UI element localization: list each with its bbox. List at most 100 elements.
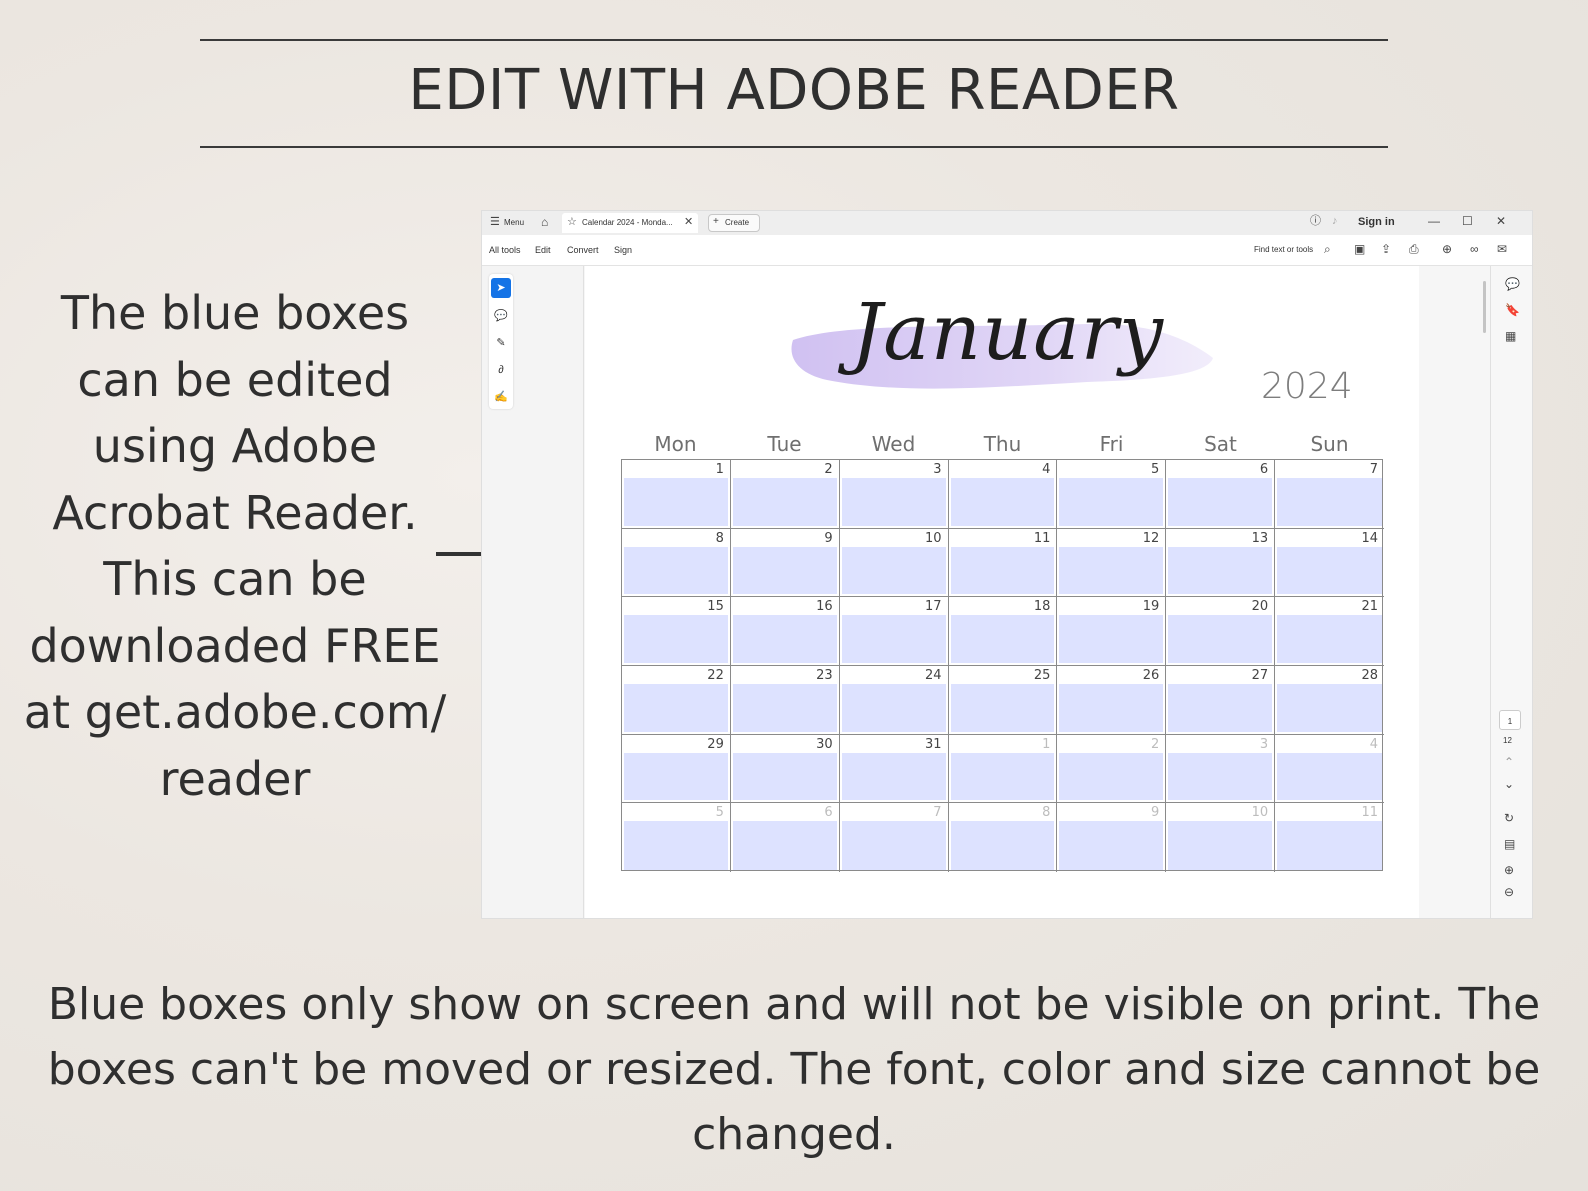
sign-button[interactable]: Sign [614,245,632,255]
editable-text-field[interactable] [1059,821,1164,870]
editable-text-field[interactable] [1168,752,1273,801]
hamburger-menu-icon[interactable]: ☰ [490,217,500,228]
editable-text-field[interactable] [1277,546,1382,595]
maximize-icon[interactable]: ☐ [1462,215,1473,227]
editable-text-field[interactable] [624,478,728,526]
bookmarks-icon[interactable]: 🔖 [1505,304,1520,316]
editable-text-field[interactable] [950,546,1055,595]
minimize-icon[interactable]: — [1428,215,1440,227]
upload-icon[interactable]: ⇪ [1381,243,1391,255]
sign-in-button[interactable]: Sign in [1358,216,1395,228]
editable-text-field[interactable] [624,546,728,595]
day-cell: 15 [622,597,731,666]
editable-text-field[interactable] [841,821,946,870]
editable-text-field[interactable] [1059,478,1164,526]
editable-text-field[interactable] [1059,615,1164,663]
editable-text-field[interactable] [1168,615,1273,663]
print-icon[interactable]: ⎙ [1409,243,1419,255]
select-tool-icon[interactable]: ➤ [491,278,511,298]
editable-text-field[interactable] [841,546,946,595]
weekday-label: Tue [767,432,802,456]
comment-tool-icon[interactable]: 💬 [491,306,511,326]
editable-text-field[interactable] [732,684,837,732]
editable-text-field[interactable] [1277,752,1382,801]
day-number: 23 [816,668,833,683]
link-icon[interactable]: ∞ [1470,243,1479,255]
day-cell: 20 [1166,597,1276,666]
close-window-icon[interactable]: ✕ [1496,215,1506,227]
editable-text-field[interactable] [732,546,837,595]
email-icon[interactable]: ✉ [1497,243,1507,255]
day-number: 10 [1251,805,1269,821]
search-icon[interactable]: ⌕ [1324,243,1331,255]
thumbnails-icon[interactable]: ▦ [1505,330,1516,342]
editable-text-field[interactable] [950,684,1055,732]
vertical-scrollbar[interactable] [1483,281,1486,333]
editable-text-field[interactable] [1168,546,1273,595]
editable-text-field[interactable] [841,752,946,801]
editable-text-field[interactable] [1277,821,1382,870]
convert-button[interactable]: Convert [567,245,599,255]
close-tab-icon[interactable]: ✕ [684,217,693,228]
star-icon[interactable]: ☆ [567,217,577,228]
editable-text-field[interactable] [841,478,946,526]
all-tools-button[interactable]: All tools [489,245,521,255]
editable-text-field[interactable] [1277,684,1382,732]
home-icon[interactable]: ⌂ [541,216,548,228]
editable-text-field[interactable] [950,615,1055,663]
share-icon[interactable]: ⊕ [1442,243,1452,255]
comments-panel-icon[interactable]: 💬 [1505,278,1520,290]
save-icon[interactable]: ▣ [1354,243,1365,255]
zoom-in-icon[interactable]: ⊕ [1504,864,1514,876]
edit-button[interactable]: Edit [535,245,551,255]
day-cell: 28 [1275,666,1384,735]
editable-text-field[interactable] [732,478,837,526]
page-number-box[interactable]: 1 [1499,710,1521,730]
editable-text-field[interactable] [624,684,728,732]
editable-text-field[interactable] [624,752,728,801]
signature-tool-icon[interactable]: ✍ [491,387,511,407]
create-button[interactable]: + Create [708,214,760,232]
day-cell: 17 [839,597,949,666]
editable-text-field[interactable] [950,752,1055,801]
editable-text-field[interactable] [1168,684,1273,732]
instructions-text: The blue boxes can be edited using Adobe… [20,280,450,812]
editable-text-field[interactable] [1059,684,1164,732]
day-cell: 6 [731,803,840,872]
editable-text-field[interactable] [1277,615,1382,663]
zoom-out-icon[interactable]: ⊖ [1504,886,1514,898]
highlight-tool-icon[interactable]: ✎ [491,333,511,353]
editable-text-field[interactable] [841,684,946,732]
editable-text-field[interactable] [841,615,946,663]
page-up-icon[interactable]: ⌃ [1504,756,1514,768]
bell-icon[interactable]: ♪ [1332,216,1338,227]
editable-text-field[interactable] [1059,752,1164,801]
editable-text-field[interactable] [732,821,837,870]
find-text-field[interactable]: Find text or tools [1254,245,1313,254]
menu-button[interactable]: Menu [504,218,524,227]
editable-text-field[interactable] [1277,478,1382,526]
day-cell: 29 [622,734,731,804]
command-bar: All tools Edit Convert Sign Find text or… [482,235,1532,266]
editable-text-field[interactable] [950,821,1055,870]
weekday-label: Thu [983,432,1022,456]
editable-text-field[interactable] [950,478,1055,526]
page-fit-icon[interactable]: ▤ [1504,838,1515,850]
editable-text-field[interactable] [1059,546,1164,595]
disclaimer-text: Blue boxes only show on screen and will … [40,972,1548,1167]
rotate-icon[interactable]: ↻ [1504,812,1514,824]
editable-text-field[interactable] [624,821,728,870]
draw-tool-icon[interactable]: ∂ [491,360,511,380]
day-number: 14 [1361,530,1378,546]
editable-text-field[interactable] [1168,478,1273,526]
editable-text-field[interactable] [732,752,837,801]
day-cell: 24 [839,666,949,735]
help-icon[interactable]: ⓘ [1310,216,1321,227]
editable-text-field[interactable] [732,615,837,663]
editable-text-field[interactable] [1168,821,1273,870]
page-down-icon[interactable]: ⌄ [1504,778,1514,790]
editable-text-field[interactable] [624,615,728,663]
day-number: 9 [1150,805,1160,821]
day-number: 6 [1259,462,1269,477]
document-tab[interactable]: ☆ Calendar 2024 - Monda... ✕ [562,213,698,233]
